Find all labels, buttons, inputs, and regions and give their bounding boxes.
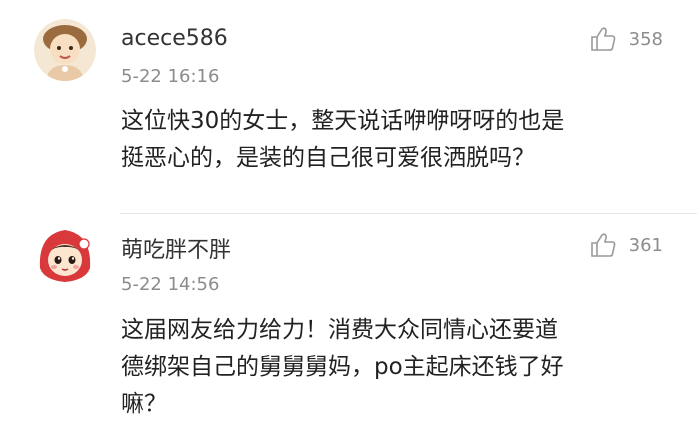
comment-text-line: 这位快30的女士，整天说话咿咿呀呀的也是 [121,108,565,134]
comment-text: 这届网友给力给力！消费大众同情心还要道 德绑架自己的舅舅舅妈，po主起床还钱了好… [121,312,661,423]
comment-time: 5-22 14:56 [121,274,220,295]
avatar[interactable] [34,224,96,286]
comment-time: 5-22 16:16 [121,66,220,87]
username[interactable]: 萌吃胖不胖 [121,232,231,264]
red-hood-girl-avatar-icon [34,224,96,286]
thumbs-up-icon [590,233,616,257]
comment-item: acece586 5-22 16:16 358 这位快30的女士，整天说话咿咿呀… [0,0,697,214]
thumbs-up-icon [590,27,616,51]
comment-text-line: 这届网友给力给力！消费大众同情心还要道 [121,317,558,343]
username[interactable]: acece586 [121,26,228,51]
avatar[interactable] [34,19,96,81]
comment-text: 这位快30的女士，整天说话咿咿呀呀的也是 挺恶心的，是装的自己很可爱很洒脱吗？ [121,103,661,177]
comment-item: 萌吃胖不胖 5-22 14:56 361 这届网友给力给力！消费大众同情心还要道… [0,214,697,436]
comment-text-line: 嘛？ [121,391,167,417]
comment-text-line: 德绑架自己的舅舅舅妈，po主起床还钱了好 [121,354,564,380]
like-button[interactable]: 361 [589,230,663,260]
like-count: 361 [628,234,663,256]
cartoon-girl-avatar-icon [34,19,96,81]
like-count: 358 [628,28,663,50]
comment-text-line: 挺恶心的，是装的自己很可爱很洒脱吗？ [121,145,535,171]
like-button[interactable]: 358 [589,24,663,54]
